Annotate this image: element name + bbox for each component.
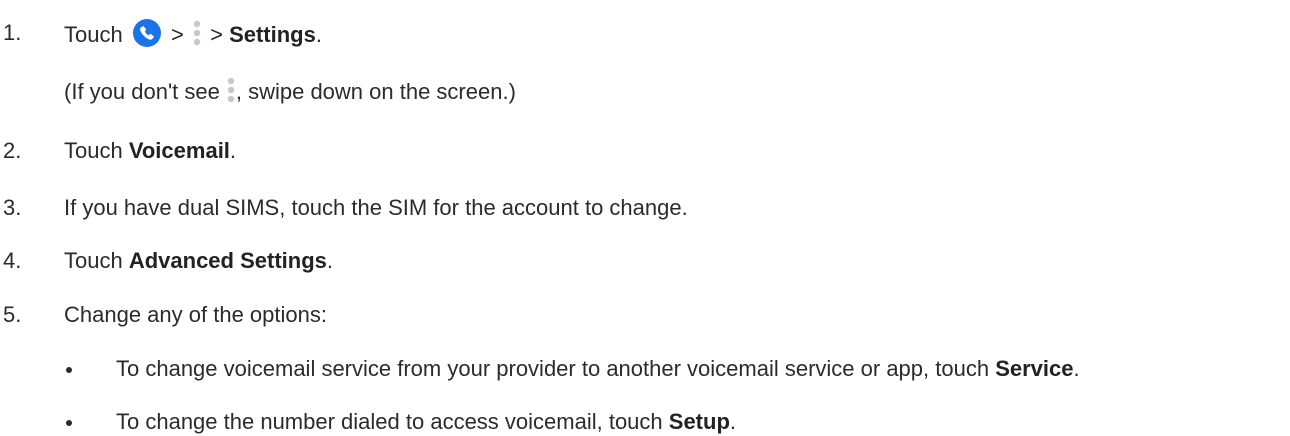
step-text: Touch Voicemail. <box>64 140 236 162</box>
step-text: If you have dual SIMS, touch the SIM for… <box>64 195 688 220</box>
note-prefix: (If you don't see <box>64 78 220 104</box>
bullet-text: To change the number dialed to access vo… <box>116 411 736 433</box>
more-vert-icon <box>192 20 202 46</box>
bullet-icon <box>66 420 72 426</box>
step-number: 3. <box>3 195 22 220</box>
step-text: Touch > > Settings. <box>64 19 322 50</box>
step-text: Change any of the options: <box>64 302 327 327</box>
step-text-end: . <box>315 21 322 47</box>
instructions-document: 1. Touch > > Settings. (If you don't see… <box>0 0 1290 436</box>
note-suffix: , swipe down on the screen.) <box>235 78 516 104</box>
bullet-text-prefix: To change the number dialed to access vo… <box>116 409 669 434</box>
step-text-end: . <box>229 138 237 163</box>
step-text-prefix: Touch <box>64 248 129 273</box>
bullet-text: To change voicemail service from your pr… <box>116 358 1080 380</box>
step-text-end: . <box>326 248 333 273</box>
separator-1: > <box>170 21 184 47</box>
service-label: Service <box>995 356 1074 381</box>
bullet-text-prefix: To change voicemail service from your pr… <box>116 356 996 381</box>
step-number: 4. <box>3 248 22 273</box>
step-text-prefix: Touch <box>64 21 123 47</box>
bullet-text-end: . <box>1073 356 1080 381</box>
step-number: 5. <box>3 302 22 327</box>
setup-label: Setup <box>668 409 730 434</box>
phone-app-icon <box>132 19 161 47</box>
separator-2: > <box>210 21 223 47</box>
voicemail-label: Voicemail <box>128 138 230 163</box>
bullet-text-end: . <box>729 409 737 434</box>
step-1-note: (If you don't see , swipe down on the sc… <box>64 77 516 106</box>
settings-label: Settings <box>229 21 316 47</box>
step-text-prefix: Touch <box>64 138 129 163</box>
advanced-settings-label: Advanced Settings <box>128 248 327 273</box>
step-number: 1. <box>3 20 22 45</box>
step-number: 2. <box>3 138 22 163</box>
more-vert-icon <box>226 77 236 103</box>
step-text: Touch Advanced Settings. <box>64 250 333 272</box>
bullet-icon <box>66 367 72 373</box>
